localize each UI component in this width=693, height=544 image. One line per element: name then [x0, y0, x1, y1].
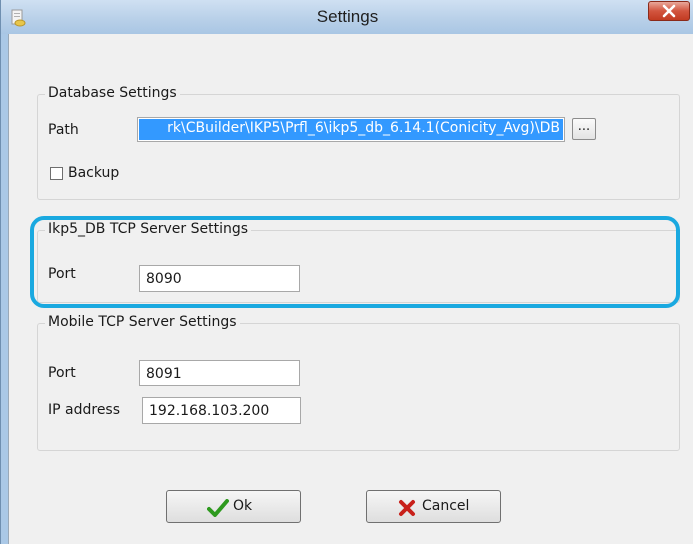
close-button[interactable] [648, 1, 690, 21]
path-value: rk\CBuilder\IKP5\Prfl_6\ikp5_db_6.14.1(C… [167, 120, 560, 136]
database-settings-group [37, 94, 680, 200]
title-bar[interactable]: Settings [1, 0, 693, 34]
red-x-icon [399, 500, 415, 516]
path-label: Path [48, 122, 79, 138]
mobile-port-input[interactable]: 8091 [139, 360, 300, 386]
backup-label: Backup [68, 165, 120, 181]
browse-button[interactable]: ... [572, 118, 596, 140]
mobile-tcp-server-legend: Mobile TCP Server Settings [45, 314, 240, 330]
ip-address-input[interactable]: 192.168.103.200 [142, 397, 301, 424]
close-x-icon [662, 4, 676, 18]
path-input[interactable]: rk\CBuilder\IKP5\Prfl_6\ikp5_db_6.14.1(C… [137, 117, 565, 142]
backup-checkbox[interactable] [50, 167, 63, 180]
cancel-button[interactable]: Cancel [366, 490, 501, 523]
mobile-port-label: Port [48, 365, 76, 381]
ip-address-label: IP address [48, 402, 121, 418]
cancel-label: Cancel [422, 498, 470, 514]
mobile-tcp-server-group [37, 323, 680, 451]
highlight-annotation [30, 216, 680, 308]
checkmark-icon [207, 499, 229, 517]
ok-button[interactable]: Ok [166, 490, 301, 523]
ok-label: Ok [233, 498, 253, 514]
database-settings-legend: Database Settings [45, 85, 180, 101]
window-title: Settings [316, 7, 379, 26]
